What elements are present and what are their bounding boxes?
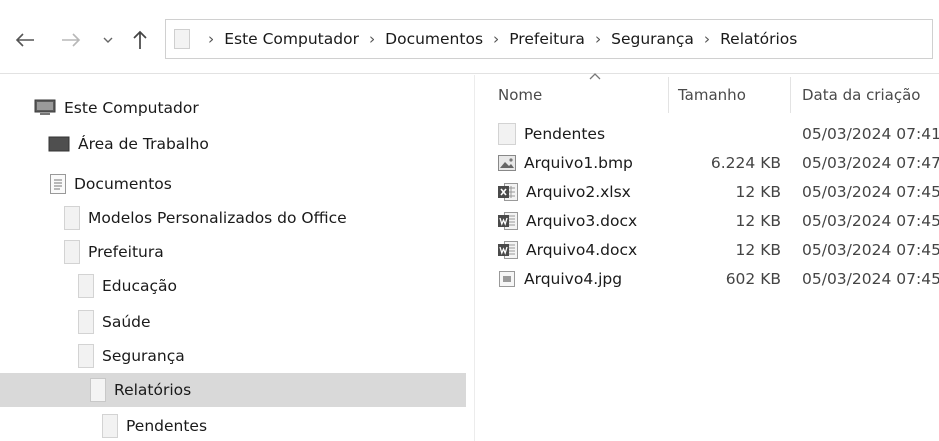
folder-icon [498, 123, 516, 145]
address-toolbar: › Este Computador › Documentos › Prefeit… [0, 0, 939, 74]
file-created: 05/03/2024 07:45 [802, 241, 939, 259]
column-separator[interactable] [790, 77, 791, 113]
excel-file-icon [498, 183, 518, 201]
column-header-name[interactable]: Nome [498, 75, 542, 115]
word-file-icon [498, 241, 518, 259]
folder-icon [78, 310, 94, 334]
tree-item-seguranca[interactable]: Segurança [78, 339, 185, 373]
file-created: 05/03/2024 07:45 [802, 212, 939, 230]
file-name: Arquivo4.jpg [524, 270, 623, 288]
file-created: 05/03/2024 07:45 [802, 183, 939, 201]
file-created: 05/03/2024 07:47 [802, 154, 939, 172]
chevron-down-icon [103, 37, 113, 43]
recent-locations-button[interactable] [100, 28, 116, 52]
back-button[interactable] [14, 28, 36, 52]
up-arrow-icon [133, 30, 147, 49]
file-row[interactable]: Arquivo4.jpg 602 KB 05/03/2024 07:45 [490, 266, 939, 292]
breadcrumb-documentos[interactable]: Documentos [385, 30, 483, 48]
breadcrumb-separator: › [368, 30, 376, 48]
image-file-icon [498, 270, 516, 288]
up-button[interactable] [129, 28, 151, 52]
folder-icon [78, 274, 94, 298]
file-name: Pendentes [524, 125, 606, 143]
tree-item-label: Modelos Personalizados do Office [88, 209, 347, 227]
word-file-icon [498, 212, 518, 230]
computer-icon [34, 99, 56, 117]
folder-icon [78, 344, 94, 368]
documents-icon [50, 174, 66, 194]
folder-icon [64, 240, 80, 264]
file-created: 05/03/2024 07:45 [802, 270, 939, 288]
file-size: 12 KB [735, 241, 781, 259]
file-name: Arquivo1.bmp [524, 154, 633, 172]
breadcrumb-separator: › [208, 30, 215, 48]
tree-item-label: Prefeitura [88, 243, 164, 261]
tree-item-educacao[interactable]: Educação [78, 269, 177, 303]
pane-divider[interactable] [474, 75, 475, 441]
forward-arrow-icon [62, 33, 81, 47]
tree-item-label: Área de Trabalho [78, 135, 209, 153]
tree-item-pendentes[interactable]: Pendentes [102, 409, 207, 441]
file-size: 12 KB [735, 183, 781, 201]
tree-item-modelos-personalizados[interactable]: Modelos Personalizados do Office [64, 201, 347, 235]
tree-item-label: Documentos [74, 175, 172, 193]
file-list: Nome Tamanho Data da criação Pendentes 0… [490, 75, 939, 441]
bitmap-file-icon [498, 155, 516, 171]
breadcrumb-separator: › [703, 30, 711, 48]
navigation-pane: Este Computador Área de Trabalho Documen… [0, 75, 470, 441]
file-row[interactable]: Arquivo4.docx 12 KB 05/03/2024 07:45 [490, 237, 939, 263]
file-name: Arquivo3.docx [526, 212, 638, 230]
column-header-size[interactable]: Tamanho [678, 75, 746, 115]
column-separator[interactable] [668, 77, 669, 113]
location-folder-icon [174, 29, 190, 49]
file-row[interactable]: Arquivo2.xlsx 12 KB 05/03/2024 07:45 [490, 179, 939, 205]
tree-item-label: Este Computador [64, 99, 199, 117]
tree-item-label: Saúde [102, 313, 151, 331]
forward-button[interactable] [60, 28, 82, 52]
file-size: 6.224 KB [710, 154, 781, 172]
folder-icon [90, 378, 106, 402]
desktop-icon [48, 136, 70, 152]
file-row[interactable]: Arquivo3.docx 12 KB 05/03/2024 07:45 [490, 208, 939, 234]
file-created: 05/03/2024 07:41 [802, 125, 939, 143]
tree-item-label: Pendentes [126, 417, 208, 435]
tree-item-label: Segurança [102, 347, 185, 365]
tree-item-documentos[interactable]: Documentos [50, 167, 172, 201]
tree-item-label: Educação [102, 277, 177, 295]
tree-item-prefeitura[interactable]: Prefeitura [64, 235, 164, 269]
file-name: Arquivo4.docx [526, 241, 638, 259]
tree-item-relatorios[interactable]: Relatórios [0, 373, 466, 407]
column-header-created[interactable]: Data da criação [802, 75, 920, 115]
breadcrumb-separator: › [493, 30, 500, 48]
tree-item-area-de-trabalho[interactable]: Área de Trabalho [48, 127, 209, 161]
tree-item-este-computador[interactable]: Este Computador [34, 91, 199, 125]
folder-icon [102, 414, 118, 438]
file-name: Arquivo2.xlsx [526, 183, 631, 201]
folder-icon [64, 206, 80, 230]
breadcrumb-este-computador[interactable]: Este Computador [224, 30, 359, 48]
file-row[interactable]: Arquivo1.bmp 6.224 KB 05/03/2024 07:47 [490, 150, 939, 176]
file-row[interactable]: Pendentes 05/03/2024 07:41 [490, 121, 939, 147]
breadcrumb-seguranca[interactable]: Segurança [611, 30, 694, 48]
file-size: 602 KB [725, 270, 781, 288]
address-bar[interactable]: › Este Computador › Documentos › Prefeit… [165, 19, 933, 59]
tree-item-label: Relatórios [114, 381, 192, 399]
breadcrumb-relatorios[interactable]: Relatórios [720, 30, 797, 48]
breadcrumb-separator: › [594, 30, 602, 48]
tree-item-saude[interactable]: Saúde [78, 305, 151, 339]
breadcrumb-prefeitura[interactable]: Prefeitura [509, 30, 585, 48]
file-size: 12 KB [735, 212, 781, 230]
back-arrow-icon [15, 33, 34, 47]
